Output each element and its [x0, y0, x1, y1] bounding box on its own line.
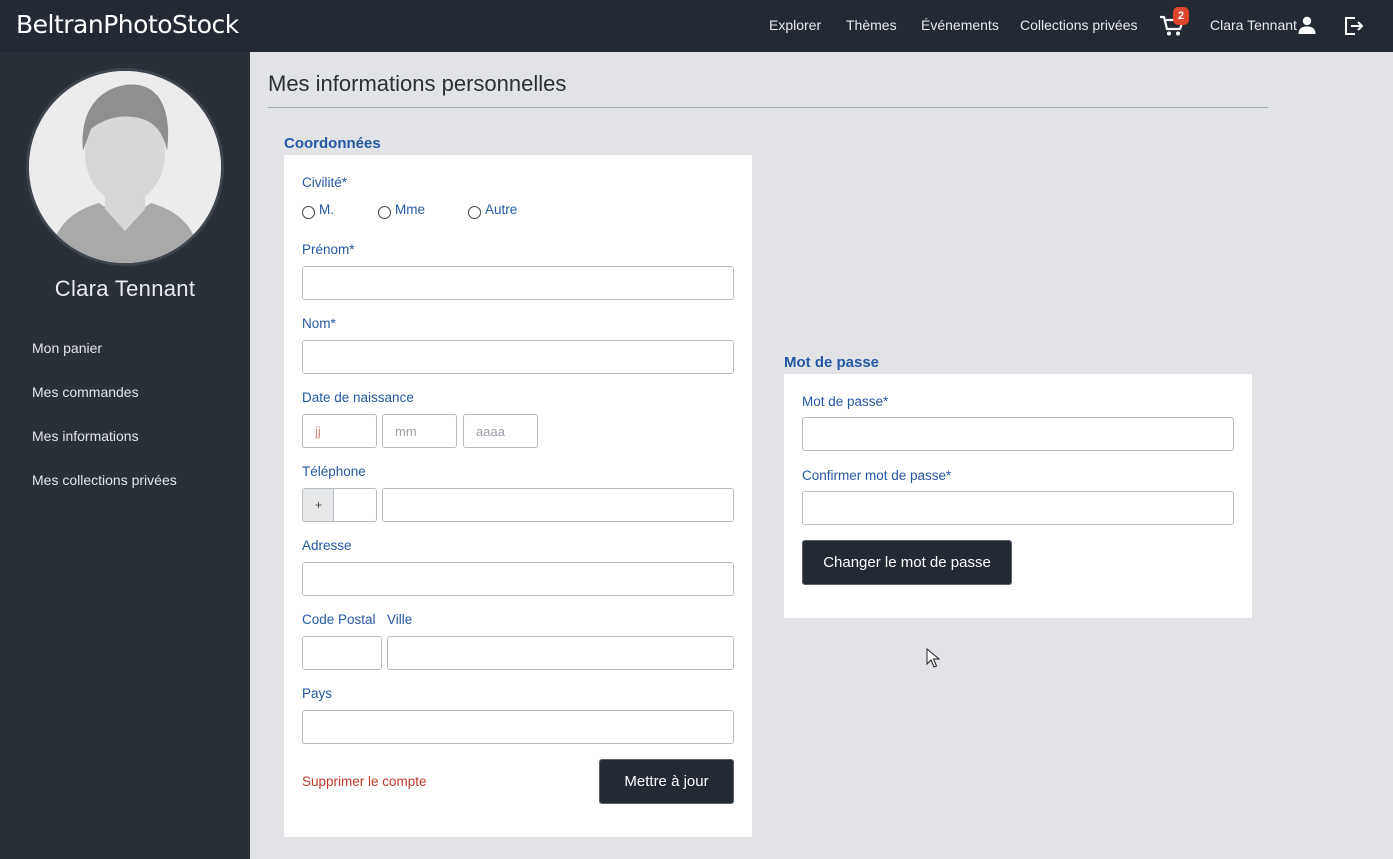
nav-events[interactable]: Événements	[921, 17, 999, 33]
default-avatar-icon	[29, 71, 221, 263]
sidebar-user-name: Clara Tennant	[54, 276, 196, 301]
password-section-title: Mot de passe	[784, 354, 880, 371]
radio-mrs-label: Mme	[395, 202, 425, 217]
avatar	[26, 68, 224, 266]
nav-private-collections[interactable]: Collections privées	[1020, 17, 1138, 33]
cart-count-badge: 2	[1173, 7, 1189, 25]
country-input[interactable]	[302, 710, 734, 744]
logout-icon[interactable]	[1343, 15, 1365, 37]
top-navbar: BeltranPhotoStock Explorer Thèmes Événem…	[0, 0, 1393, 52]
user-icon[interactable]	[1297, 15, 1317, 35]
sidebar-item-cart[interactable]: Mon panier	[32, 340, 102, 356]
city-label: Ville	[387, 612, 413, 627]
address-input[interactable]	[302, 562, 734, 596]
radio-other[interactable]: Autre	[468, 202, 517, 222]
birth-day-input[interactable]	[302, 414, 377, 448]
radio-mr-label: M.	[319, 202, 334, 217]
sidebar-item-private-collections[interactable]: Mes collections privées	[32, 472, 177, 488]
radio-mrs[interactable]: Mme	[378, 202, 425, 222]
mouse-cursor-icon	[926, 648, 940, 668]
postal-code-input[interactable]	[302, 636, 382, 670]
lastname-input[interactable]	[302, 340, 734, 374]
coords-section-title: Coordonnées	[284, 135, 381, 152]
user-menu-name[interactable]: Clara Tennant	[1210, 17, 1297, 33]
radio-other-label: Autre	[485, 202, 518, 217]
password-input[interactable]	[802, 417, 1234, 451]
confirm-password-label: Confirmer mot de passe*	[802, 468, 952, 483]
confirm-password-input[interactable]	[802, 491, 1234, 525]
nav-explorer[interactable]: Explorer	[769, 17, 821, 33]
birth-month-input[interactable]	[382, 414, 457, 448]
nav-themes[interactable]: Thèmes	[846, 17, 897, 33]
birth-year-input[interactable]	[463, 414, 538, 448]
delete-account-link[interactable]: Supprimer le compte	[302, 774, 427, 789]
site-logo[interactable]: BeltranPhotoStock	[16, 10, 239, 39]
phone-prefix: +	[302, 488, 334, 522]
radio-circle-mr[interactable]	[302, 205, 315, 219]
sidebar-item-information[interactable]: Mes informations	[32, 428, 139, 444]
firstname-input[interactable]	[302, 266, 734, 300]
page-title: Mes informations personnelles	[268, 71, 567, 96]
firstname-label: Prénom*	[302, 242, 355, 257]
sidebar: Clara Tennant Mon panier Mes commandes M…	[0, 52, 250, 859]
password-label: Mot de passe*	[802, 394, 889, 409]
lastname-label: Nom*	[302, 316, 336, 331]
city-input[interactable]	[387, 636, 734, 670]
update-button[interactable]: Mettre à jour	[599, 759, 734, 804]
sidebar-item-orders[interactable]: Mes commandes	[32, 384, 139, 400]
postal-code-label: Code Postal	[302, 612, 376, 627]
radio-circle-mrs[interactable]	[378, 205, 391, 219]
birthdate-label: Date de naissance	[302, 390, 414, 405]
phone-label: Téléphone	[302, 464, 366, 479]
country-label: Pays	[302, 686, 333, 701]
radio-mr[interactable]: M.	[302, 202, 334, 222]
radio-circle-other[interactable]	[468, 205, 481, 219]
phone-number-input[interactable]	[382, 488, 734, 522]
civility-label: Civilité*	[302, 175, 348, 190]
phone-country-code-input[interactable]	[333, 488, 377, 522]
address-label: Adresse	[302, 538, 352, 553]
change-password-button[interactable]: Changer le mot de passe	[802, 540, 1012, 585]
title-divider	[268, 107, 1268, 108]
